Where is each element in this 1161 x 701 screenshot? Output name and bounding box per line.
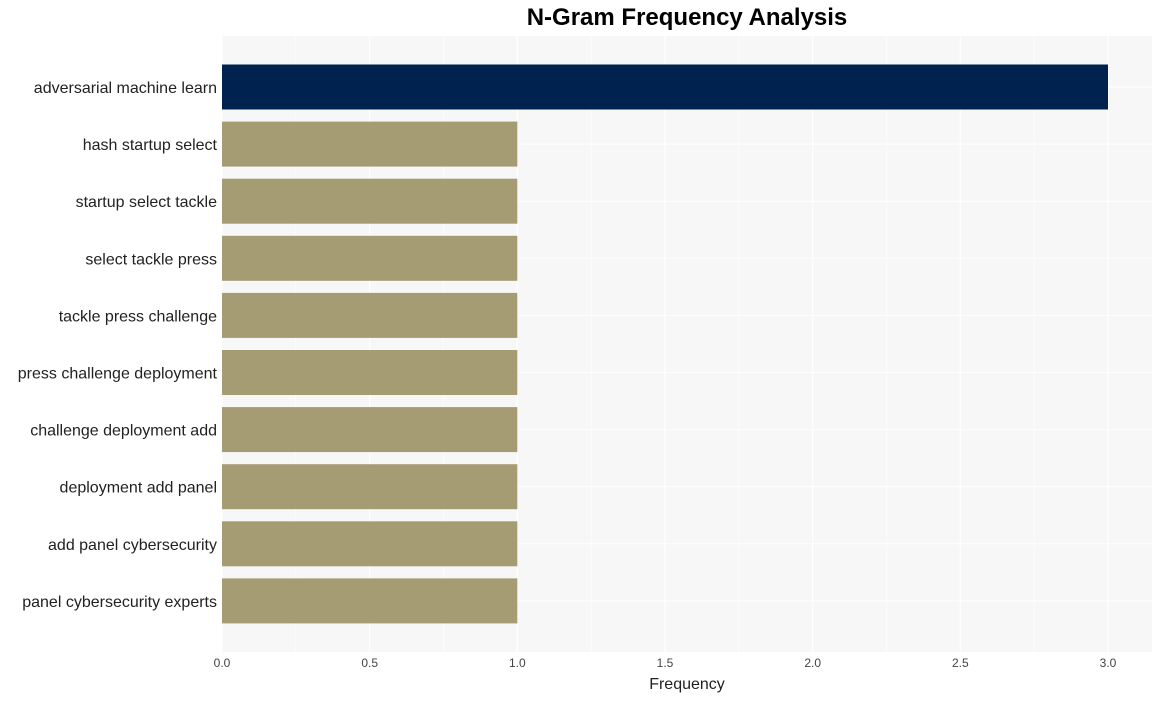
category-label: press challenge deployment	[18, 366, 218, 383]
bar	[222, 464, 518, 510]
x-tick-label: 3.0	[1100, 656, 1117, 670]
category-label: hash startup select	[83, 137, 218, 154]
category-label: startup select tackle	[76, 194, 218, 211]
x-tick-label: 1.5	[657, 656, 674, 670]
x-tick-label: 2.0	[804, 656, 821, 670]
x-axis-title: Frequency	[649, 676, 725, 693]
bar	[222, 235, 518, 281]
bar	[222, 521, 518, 567]
x-tick-label: 1.0	[509, 656, 526, 670]
category-label: deployment add panel	[60, 480, 217, 497]
x-tick-label: 0.0	[214, 656, 231, 670]
bar	[222, 178, 518, 224]
bar	[222, 407, 518, 453]
bar	[222, 578, 518, 624]
x-tick-label: 2.5	[952, 656, 969, 670]
category-label: adversarial machine learn	[34, 80, 217, 97]
x-tick-label: 0.5	[361, 656, 378, 670]
bar	[222, 292, 518, 338]
x-tick-labels: 0.0 0.5 1.0 1.5 2.0 2.5 3.0	[214, 656, 1117, 670]
category-labels: adversarial machine learn hash startup se…	[18, 80, 218, 611]
bar	[222, 350, 518, 395]
bar	[222, 121, 518, 167]
bar	[222, 64, 1108, 110]
category-label: select tackle press	[85, 251, 217, 268]
category-label: challenge deployment add	[30, 423, 217, 440]
category-label: panel cybersecurity experts	[22, 594, 217, 611]
category-label: tackle press challenge	[59, 308, 217, 325]
category-label: add panel cybersecurity	[48, 537, 217, 554]
bar-chart: adversarial machine learn hash startup se…	[18, 36, 1152, 693]
